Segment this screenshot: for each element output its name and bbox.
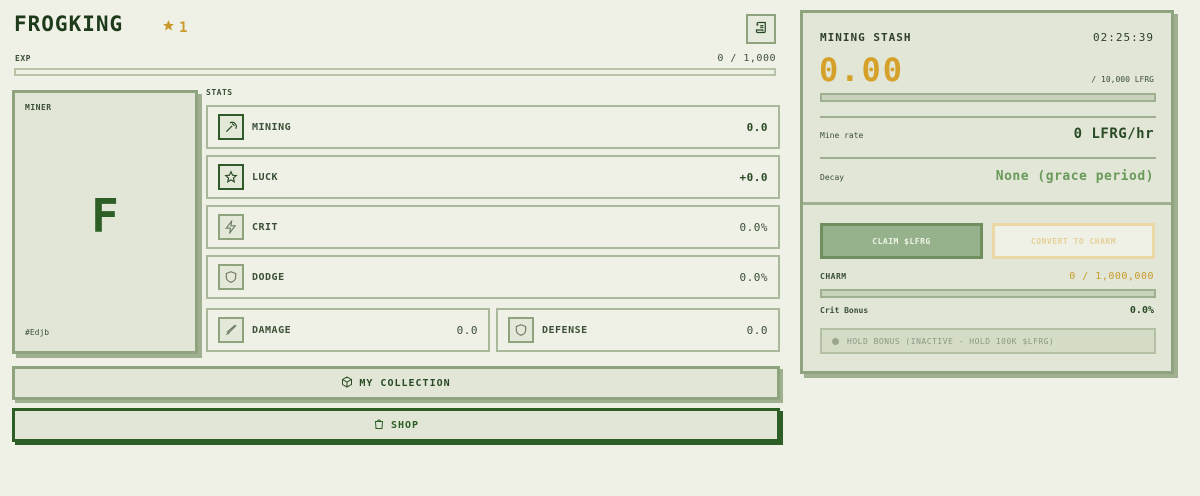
stash-cap: / 10,000 LFRG bbox=[1091, 75, 1154, 84]
stat-row-dodge: DODGE 0.0% bbox=[206, 255, 780, 299]
shop-label: SHOP bbox=[390, 419, 420, 431]
decay-label: Decay bbox=[820, 173, 845, 182]
shop-button[interactable]: SHOP bbox=[12, 408, 780, 442]
miner-id: #Edjb bbox=[25, 328, 50, 337]
stat-value: 0.0 bbox=[746, 120, 768, 134]
sword-icon bbox=[218, 317, 244, 343]
stat-name: LUCK bbox=[252, 171, 279, 183]
hold-bonus-status: HOLD BONUS (INACTIVE - HOLD 100K $LFRG) bbox=[820, 328, 1156, 354]
miner-card[interactable]: MINER F #Edjb bbox=[12, 90, 198, 354]
exp-value: 0 / 1,000 bbox=[717, 53, 776, 64]
crit-bonus-label: Crit Bonus bbox=[820, 306, 869, 315]
stat-name: DODGE bbox=[252, 271, 285, 283]
stat-row-crit: CRIT 0.0% bbox=[206, 205, 780, 249]
shield-icon bbox=[218, 264, 244, 290]
my-collection-label: MY COLLECTION bbox=[359, 377, 451, 389]
hold-bonus-text: HOLD BONUS (INACTIVE - HOLD 100K $LFRG) bbox=[847, 336, 1055, 346]
divider bbox=[820, 157, 1156, 159]
shield-icon bbox=[508, 317, 534, 343]
exp-label: EXP bbox=[15, 54, 31, 63]
charm-value: 0 / 1,000,000 bbox=[1069, 271, 1154, 282]
level-value: 1 bbox=[179, 19, 188, 36]
stat-value: 0.0 bbox=[456, 323, 478, 337]
miner-label: MINER bbox=[25, 103, 52, 112]
claim-button[interactable]: CLAIM $LFRG bbox=[820, 223, 983, 259]
stat-name: CRIT bbox=[252, 221, 279, 233]
star-icon bbox=[162, 19, 175, 36]
lightning-icon bbox=[218, 214, 244, 240]
scroll-icon bbox=[754, 20, 769, 39]
mine-rate-label: Mine rate bbox=[820, 131, 864, 140]
stat-row-luck: LUCK +0.0 bbox=[206, 155, 780, 199]
stat-value: 0.0% bbox=[739, 270, 768, 284]
convert-to-charm-button[interactable]: CONVERT TO CHARM bbox=[992, 223, 1155, 259]
my-collection-button[interactable]: MY COLLECTION bbox=[12, 366, 780, 400]
stat-value: 0.0% bbox=[739, 220, 768, 234]
shopping-bag-icon bbox=[373, 418, 385, 433]
divider bbox=[820, 116, 1156, 118]
mining-stash-title: MINING STASH bbox=[820, 31, 912, 44]
mine-rate-value: 0 LFRG/hr bbox=[1073, 126, 1154, 142]
pickaxe-icon bbox=[218, 114, 244, 140]
stat-name: DAMAGE bbox=[252, 324, 292, 336]
crit-bonus-value: 0.0% bbox=[1129, 305, 1154, 316]
level-badge: 1 bbox=[162, 19, 187, 36]
stash-progress-bar bbox=[820, 93, 1156, 102]
status-dot-icon bbox=[832, 337, 839, 345]
charm-progress-bar bbox=[820, 289, 1156, 298]
panel-divider bbox=[803, 202, 1171, 205]
miner-avatar: F bbox=[91, 189, 119, 243]
stash-amount: 0.00 bbox=[819, 51, 905, 89]
decay-value: None (grace period) bbox=[995, 169, 1154, 184]
mining-stash-panel: MINING STASH 02:25:39 0.00 / 10,000 LFRG… bbox=[800, 10, 1174, 374]
stat-value: 0.0 bbox=[746, 323, 768, 337]
stat-name: MINING bbox=[252, 121, 292, 133]
cube-icon bbox=[341, 375, 353, 391]
stat-value: +0.0 bbox=[739, 170, 768, 184]
stat-row-defense: DEFENSE 0.0 bbox=[496, 308, 780, 352]
stat-row-mining: MINING 0.0 bbox=[206, 105, 780, 149]
exp-progress-bar bbox=[14, 68, 776, 76]
charm-label: CHARM bbox=[820, 272, 847, 281]
scroll-button[interactable] bbox=[746, 14, 776, 44]
stat-name: DEFENSE bbox=[542, 324, 588, 336]
mining-timer: 02:25:39 bbox=[1093, 31, 1154, 44]
stat-row-damage: DAMAGE 0.0 bbox=[206, 308, 490, 352]
stats-label: STATS bbox=[206, 88, 233, 97]
star-icon bbox=[218, 164, 244, 190]
player-name: FROGKING bbox=[14, 12, 124, 36]
